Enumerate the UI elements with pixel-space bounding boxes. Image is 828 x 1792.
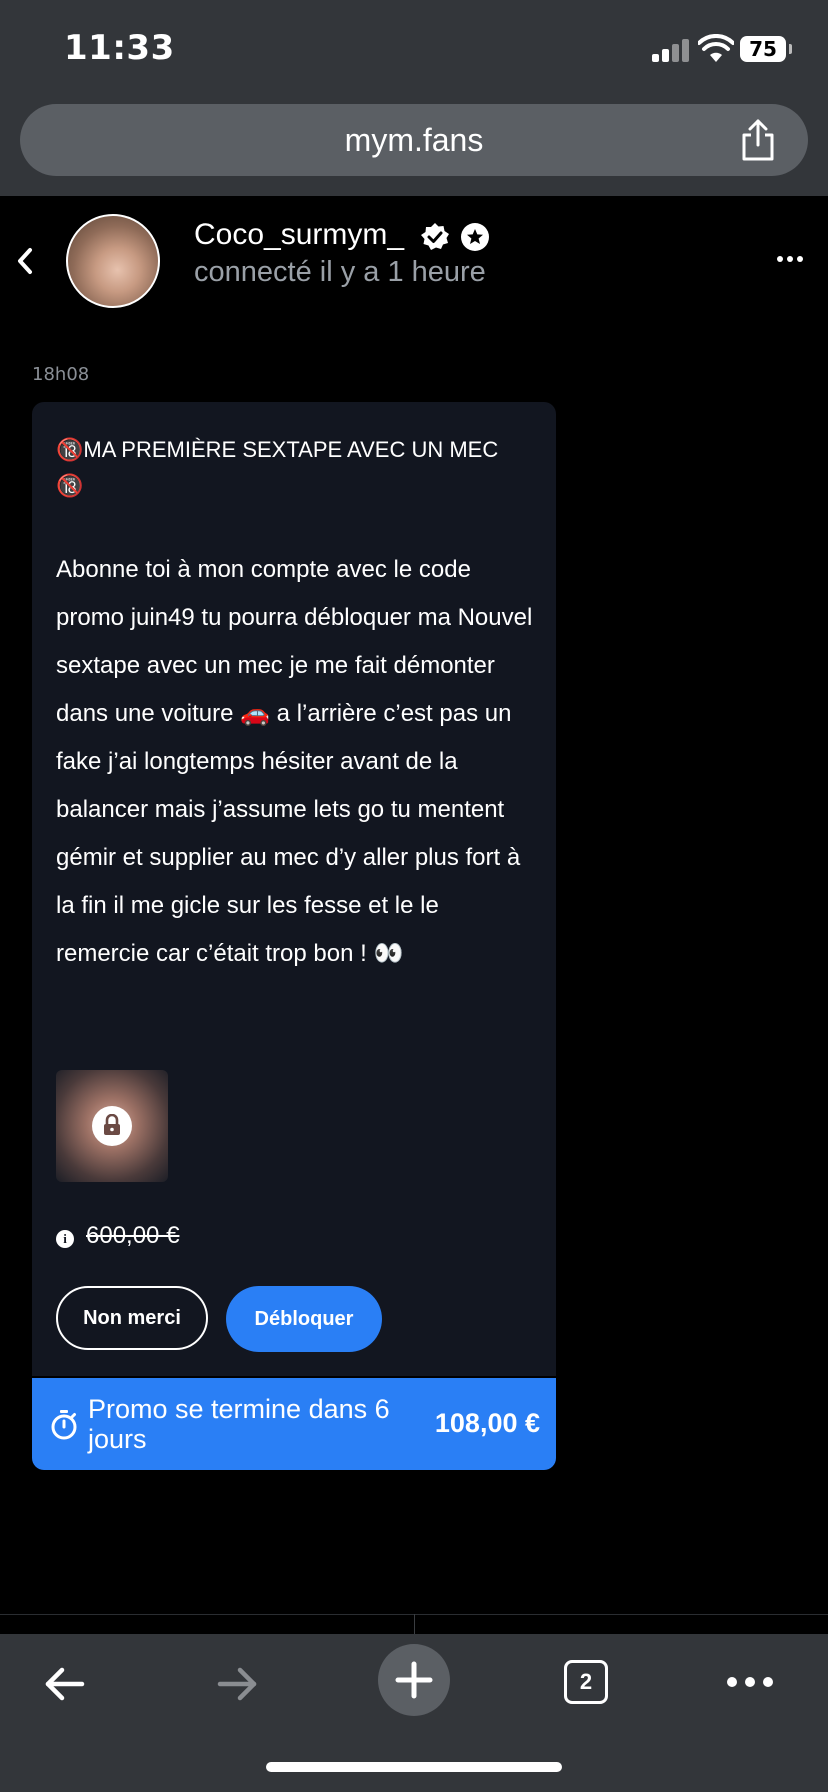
home-indicator	[266, 1762, 562, 1772]
unlock-button[interactable]: Débloquer	[226, 1286, 382, 1352]
browser-bottom-bar: 2	[0, 1634, 828, 1792]
new-tab-button[interactable]	[378, 1644, 450, 1716]
message-card: 🔞MA PREMIÈRE SEXTAPE AVEC UN MEC 🔞 Abonn…	[32, 402, 556, 1376]
back-chevron-icon[interactable]	[12, 246, 40, 276]
url-text: mym.fans	[344, 122, 484, 158]
star-badge-icon	[461, 223, 489, 251]
browser-toolbar: mym.fans	[0, 96, 828, 196]
divider-tick	[414, 1614, 415, 1634]
avatar[interactable]	[66, 214, 160, 308]
status-time: 11:33	[64, 28, 175, 68]
signal-icon	[652, 38, 692, 62]
promo-price: 108,00 €	[434, 1408, 540, 1438]
arrow-left-icon[interactable]	[40, 1664, 88, 1704]
chat-header: Coco_surmym_ connecté il y a 1 heure	[0, 196, 828, 326]
decline-button[interactable]: Non merci	[56, 1286, 208, 1350]
share-icon[interactable]	[738, 118, 778, 162]
username[interactable]: Coco_surmym_	[194, 218, 404, 252]
message-body: Abonne toi à mon compte avec le code pro…	[56, 556, 533, 967]
battery-icon: 75	[740, 36, 792, 62]
status-bar: 11:33 75	[0, 0, 828, 96]
old-price: 600,00 €	[86, 1222, 180, 1249]
dots-icon[interactable]	[726, 1676, 774, 1688]
message-timestamp: 18h08	[32, 364, 90, 385]
lock-icon	[92, 1106, 132, 1146]
message-title: 🔞MA PREMIÈRE SEXTAPE AVEC UN MEC 🔞	[56, 437, 499, 498]
last-seen: connecté il y a 1 heure	[194, 256, 486, 288]
more-icon[interactable]	[776, 254, 804, 264]
tabs-icon[interactable]: 2	[564, 1660, 608, 1704]
locked-media-thumbnail[interactable]	[56, 1070, 168, 1182]
timer-icon	[51, 1410, 77, 1440]
promo-banner[interactable]: Promo se termine dans 6 jours 108,00 €	[32, 1378, 556, 1470]
wifi-icon	[698, 34, 734, 62]
promo-text: Promo se termine dans 6 jours	[88, 1394, 390, 1454]
plus-icon	[395, 1661, 433, 1699]
info-icon[interactable]: i	[56, 1230, 74, 1248]
arrow-right-icon[interactable]	[214, 1664, 262, 1704]
verified-icon	[421, 223, 449, 250]
address-bar[interactable]: mym.fans	[20, 104, 808, 176]
